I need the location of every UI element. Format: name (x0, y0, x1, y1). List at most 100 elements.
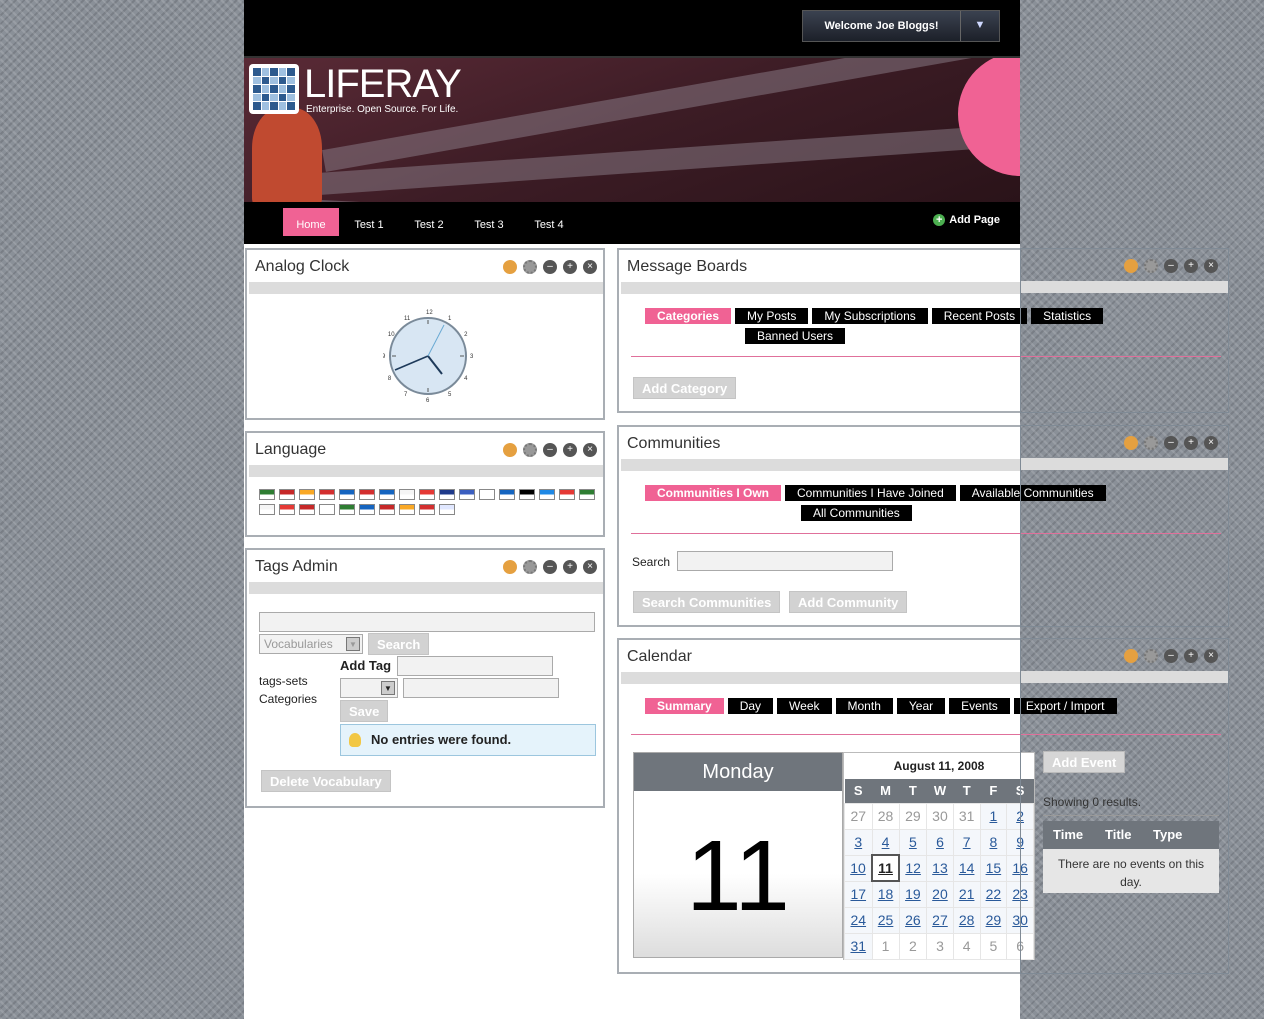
add-page-button[interactable]: + Add Page (933, 214, 1000, 226)
calendar-day[interactable]: 25 (871, 906, 900, 934)
calendar-day[interactable]: 26 (898, 906, 928, 934)
minimize-icon[interactable]: – (543, 260, 557, 274)
minimize-icon[interactable]: – (543, 560, 557, 574)
calendar-day[interactable]: 27 (926, 906, 954, 934)
tab-categories[interactable]: Categories (645, 308, 732, 324)
calendar-day[interactable]: 31 (844, 932, 873, 960)
calendar-day[interactable]: 28 (952, 906, 981, 934)
tab-communities-i-own[interactable]: Communities I Own (645, 485, 782, 501)
nav-tab-test-3[interactable]: Test 3 (464, 208, 514, 236)
language-flag-icon[interactable] (579, 489, 595, 500)
language-flag-icon[interactable] (439, 504, 455, 515)
language-flag-icon[interactable] (359, 504, 375, 515)
language-flag-icon[interactable] (279, 504, 295, 515)
nav-tab-home[interactable]: Home (283, 208, 339, 236)
maximize-icon[interactable]: + (1184, 649, 1198, 663)
tab-day[interactable]: Day (727, 698, 774, 714)
calendar-day[interactable]: 11 (871, 854, 901, 882)
close-icon[interactable]: × (1204, 649, 1218, 663)
close-icon[interactable]: × (583, 560, 597, 574)
language-flag-icon[interactable] (399, 489, 415, 500)
minimize-icon[interactable]: – (1164, 649, 1178, 663)
calendar-day[interactable]: 3 (844, 828, 873, 856)
maximize-icon[interactable]: + (563, 260, 577, 274)
language-flag-icon[interactable] (259, 489, 275, 500)
look-and-feel-icon[interactable] (503, 443, 517, 457)
calendar-day[interactable]: 19 (898, 880, 928, 908)
tab-events[interactable]: Events (949, 698, 1010, 714)
liferay-logo-icon[interactable] (249, 64, 299, 114)
tags-search-button[interactable]: Search (368, 633, 430, 655)
language-flag-icon[interactable] (519, 489, 535, 500)
chevron-down-icon[interactable]: ▼ (961, 11, 999, 41)
community-search-input[interactable] (677, 551, 893, 571)
calendar-day[interactable]: 4 (871, 828, 900, 856)
vocabularies-select[interactable]: Vocabularies ▼ (259, 634, 363, 654)
search-communities-button[interactable]: Search Communities (633, 591, 781, 613)
language-flag-icon[interactable] (319, 504, 335, 515)
configuration-icon[interactable] (523, 260, 537, 274)
language-flag-icon[interactable] (539, 489, 555, 500)
language-flag-icon[interactable] (299, 489, 315, 500)
calendar-day[interactable]: 6 (926, 828, 954, 856)
language-flag-icon[interactable] (459, 489, 475, 500)
calendar-day[interactable]: 24 (844, 906, 873, 934)
look-and-feel-icon[interactable] (503, 260, 517, 274)
add-tag-input[interactable] (397, 656, 553, 676)
language-flag-icon[interactable] (299, 504, 315, 515)
tab-month[interactable]: Month (835, 698, 893, 714)
calendar-day[interactable]: 29 (979, 906, 1008, 934)
add-category-button[interactable]: Add Category (633, 377, 737, 399)
look-and-feel-icon[interactable] (1124, 436, 1138, 450)
nav-tab-test-1[interactable]: Test 1 (344, 208, 394, 236)
tab-my-subscriptions[interactable]: My Subscriptions (812, 308, 928, 324)
maximize-icon[interactable]: + (1184, 259, 1198, 273)
tab-recent-posts[interactable]: Recent Posts (931, 308, 1028, 324)
calendar-day[interactable]: 21 (952, 880, 981, 908)
language-flag-icon[interactable] (339, 489, 355, 500)
calendar-day[interactable]: 14 (952, 854, 981, 882)
language-flag-icon[interactable] (419, 489, 435, 500)
delete-vocabulary-button[interactable]: Delete Vocabulary (261, 770, 391, 792)
configuration-icon[interactable] (523, 560, 537, 574)
look-and-feel-icon[interactable] (503, 560, 517, 574)
language-flag-icon[interactable] (399, 504, 415, 515)
language-flag-icon[interactable] (499, 489, 515, 500)
close-icon[interactable]: × (1204, 436, 1218, 450)
calendar-day[interactable]: 7 (952, 828, 981, 856)
close-icon[interactable]: × (583, 443, 597, 457)
tab-communities-joined[interactable]: Communities I Have Joined (785, 485, 956, 501)
nav-tab-test-4[interactable]: Test 4 (524, 208, 574, 236)
look-and-feel-icon[interactable] (1124, 649, 1138, 663)
calendar-day[interactable]: 12 (898, 854, 928, 882)
configuration-icon[interactable] (1144, 436, 1158, 450)
close-icon[interactable]: × (583, 260, 597, 274)
configuration-icon[interactable] (1144, 259, 1158, 273)
add-event-button[interactable]: Add Event (1043, 751, 1126, 773)
close-icon[interactable]: × (1204, 259, 1218, 273)
tab-week[interactable]: Week (777, 698, 832, 714)
language-flag-icon[interactable] (379, 489, 395, 500)
maximize-icon[interactable]: + (1184, 436, 1198, 450)
configuration-icon[interactable] (1144, 649, 1158, 663)
language-flag-icon[interactable] (319, 489, 335, 500)
tag-set-select[interactable]: ▼ (340, 678, 398, 698)
calendar-day[interactable]: 18 (871, 880, 900, 908)
configuration-icon[interactable] (523, 443, 537, 457)
maximize-icon[interactable]: + (563, 443, 577, 457)
look-and-feel-icon[interactable] (1124, 259, 1138, 273)
calendar-day[interactable]: 22 (979, 880, 1008, 908)
tab-banned-users[interactable]: Banned Users (745, 328, 846, 344)
language-flag-icon[interactable] (419, 504, 435, 515)
language-flag-icon[interactable] (439, 489, 455, 500)
calendar-day[interactable]: 1 (979, 802, 1008, 830)
language-flag-icon[interactable] (359, 489, 375, 500)
language-flag-icon[interactable] (259, 504, 275, 515)
maximize-icon[interactable]: + (563, 560, 577, 574)
language-flag-icon[interactable] (279, 489, 295, 500)
save-button[interactable]: Save (340, 700, 389, 722)
language-flag-icon[interactable] (559, 489, 575, 500)
calendar-day[interactable]: 20 (926, 880, 954, 908)
user-menu-button[interactable]: Welcome Joe Bloggs! ▼ (802, 10, 1000, 42)
language-flag-icon[interactable] (479, 489, 495, 500)
